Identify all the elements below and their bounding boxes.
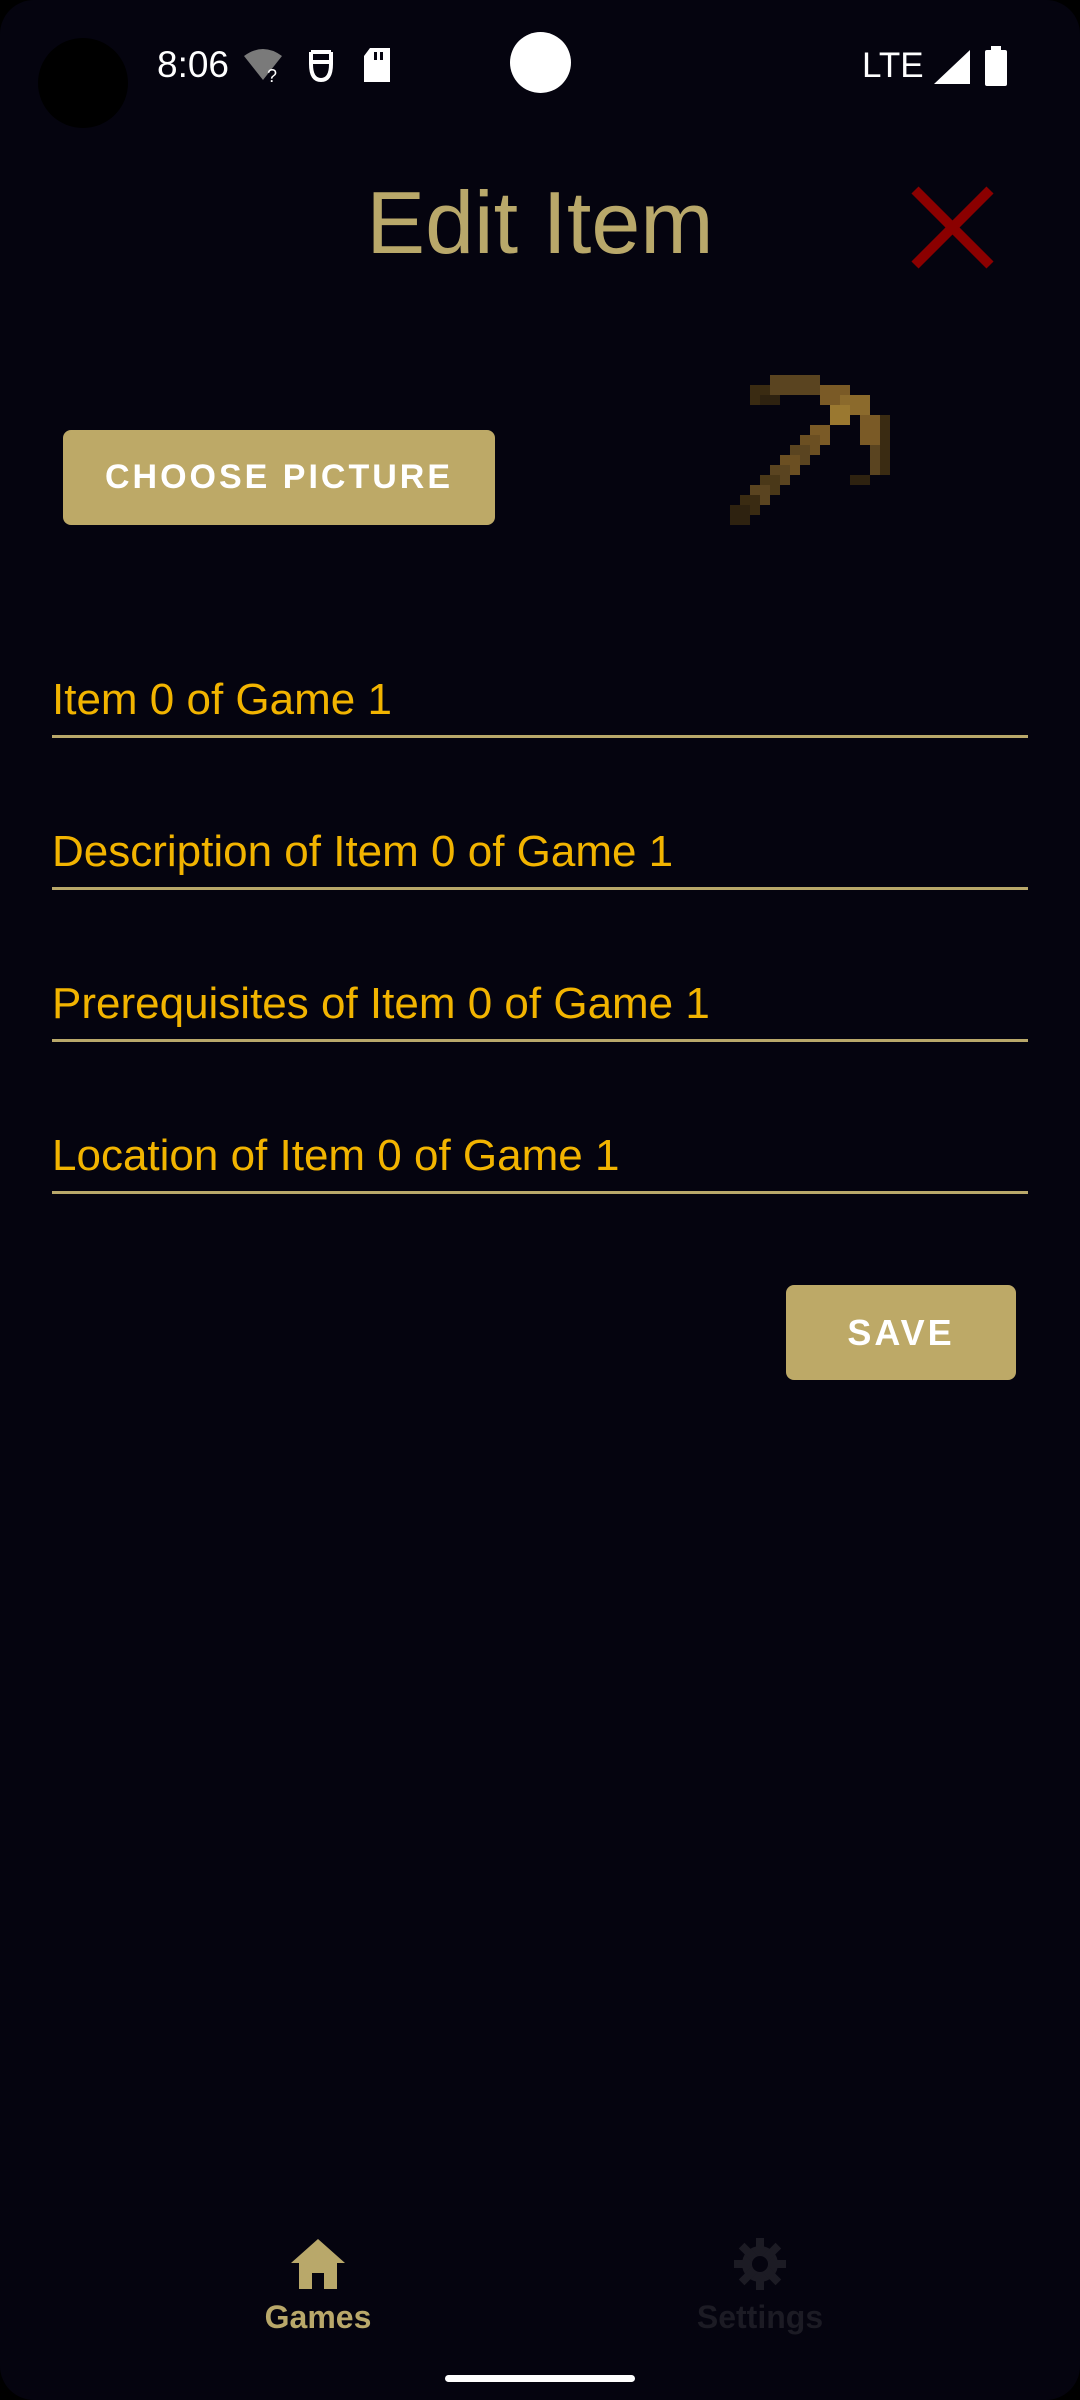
item-description-field[interactable] — [52, 817, 1028, 890]
item-name-field[interactable] — [52, 665, 1028, 738]
nav-label-games: Games — [264, 2299, 372, 2335]
edit-item-screen: 8:06 ? LTE Edit Item CHOOSE PICTURE Item… — [0, 0, 1080, 2400]
home-icon — [291, 2239, 345, 2289]
bottom-navigation: Games Settings — [0, 2210, 1080, 2360]
network-type: LTE — [862, 46, 924, 85]
gear-icon — [734, 2238, 786, 2290]
nav-item-settings[interactable]: Settings — [630, 2210, 890, 2350]
status-time: 8:06 — [157, 44, 230, 85]
sd-card-icon — [364, 48, 390, 82]
nav-label-settings: Settings — [696, 2299, 824, 2335]
battery-icon — [985, 46, 1007, 86]
close-icon[interactable] — [905, 180, 1000, 275]
item-prerequisites-field[interactable] — [52, 969, 1028, 1042]
save-button[interactable]: SAVE — [786, 1285, 1016, 1380]
choose-picture-button[interactable]: CHOOSE PICTURE — [63, 430, 495, 525]
pickaxe-image — [730, 375, 890, 525]
front-camera — [38, 38, 128, 128]
nav-item-games[interactable]: Games — [188, 2210, 448, 2350]
signal-icon — [934, 50, 970, 84]
wifi-unknown-icon: ? — [244, 49, 282, 84]
home-indicator[interactable] — [445, 2375, 635, 2382]
camera-cutout — [510, 32, 571, 93]
svg-text:?: ? — [267, 66, 277, 84]
face-icon — [309, 50, 333, 83]
item-location-field[interactable] — [52, 1121, 1028, 1194]
status-bar: 8:06 ? LTE — [0, 0, 1080, 140]
